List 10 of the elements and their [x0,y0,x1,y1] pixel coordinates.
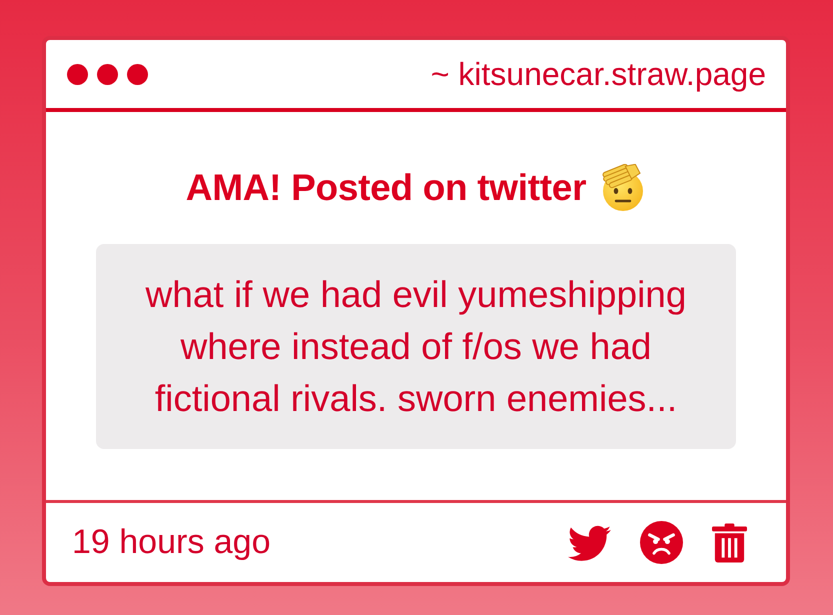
angry-face-icon[interactable] [640,521,683,564]
question-text: what if we had evil yumeshipping where instead of f/os we had fictional rivals. sworn enemies... [144,273,688,421]
twitter-bird-icon[interactable] [568,524,611,560]
window-title: ~ kitsunecar.straw.page [430,56,766,92]
dot-icon [67,64,88,84]
dot-icon [127,64,148,84]
trash-icon[interactable] [712,522,747,562]
dot-icon [97,64,118,84]
post-time: 19 hours ago [72,523,270,562]
post-title: AMA! Posted on twitter [186,167,586,209]
